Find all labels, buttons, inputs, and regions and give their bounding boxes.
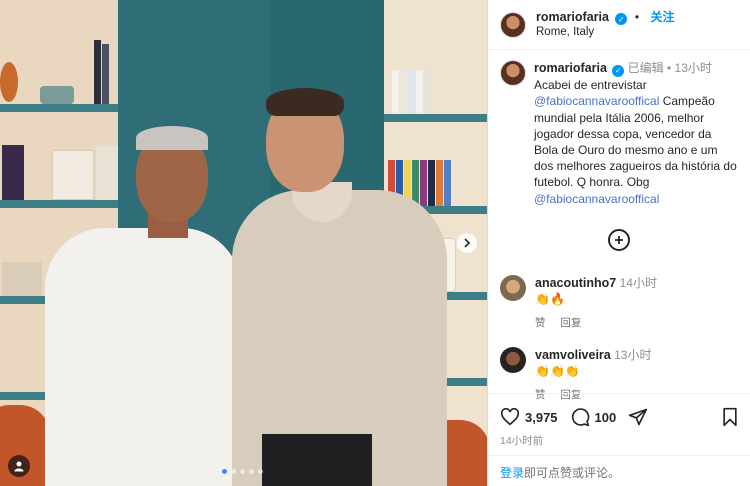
- login-text: 即可点赞或评论。: [524, 466, 621, 480]
- comment-time: 13小时: [614, 347, 652, 362]
- caption-username[interactable]: romariofaria: [534, 61, 607, 75]
- author-avatar[interactable]: [500, 11, 526, 38]
- carousel-dot: [240, 469, 245, 474]
- caption-avatar[interactable]: [500, 60, 526, 86]
- edited-label: 已编辑: [627, 61, 664, 75]
- login-prompt: 登录即可点赞或评论。: [488, 455, 750, 486]
- post-caption: romariofaria ✓ 已编辑 • 13小时 Acabei de entr…: [488, 50, 750, 207]
- user-tag-icon: [14, 461, 24, 472]
- commenter-username[interactable]: anacoutinho7: [535, 276, 616, 290]
- comment-icon[interactable]: [570, 407, 590, 427]
- carousel-next-button[interactable]: [457, 233, 477, 253]
- caption-line1: Acabei de entrevistar: [534, 78, 647, 93]
- add-comment-button[interactable]: [608, 228, 630, 251]
- chevron-right-icon: [464, 238, 471, 248]
- bookmark-icon[interactable]: [721, 407, 739, 427]
- post-location[interactable]: Rome, Italy: [536, 25, 675, 40]
- user-tag-button[interactable]: [8, 455, 30, 477]
- comment-count[interactable]: 100: [595, 410, 617, 425]
- comment-text: 👏👏👏: [535, 363, 580, 378]
- commenter-username[interactable]: vamvoliveira: [535, 348, 611, 362]
- post-side-panel: romariofaria ✓ • 关注 Rome, Italy romariof…: [487, 0, 750, 486]
- carousel-dot: [258, 469, 263, 474]
- author-username[interactable]: romariofaria: [536, 10, 609, 24]
- comment-like-button[interactable]: 赞: [535, 317, 546, 329]
- verified-badge-icon: ✓: [612, 65, 625, 78]
- post-time-ago: 14小时前: [500, 435, 544, 447]
- commenter-avatar[interactable]: [500, 274, 526, 301]
- carousel-dot: [249, 469, 254, 474]
- heart-icon[interactable]: [500, 408, 520, 426]
- comment-reply-button[interactable]: 回复: [560, 317, 581, 329]
- post-actions: 3,975 100 14小时前: [488, 393, 750, 448]
- share-icon[interactable]: [628, 407, 648, 427]
- caption-mention-link[interactable]: @fabiocannavarooffical: [534, 94, 659, 108]
- carousel-dots: [222, 469, 263, 474]
- comment-item: anacoutinho7 14小时 👏🔥 赞 回复: [488, 274, 750, 331]
- caption-text: Campeão mundial pela Itália 2006, melhor…: [534, 94, 737, 190]
- comment-text: 👏🔥: [535, 291, 565, 306]
- caption-time: 13小时: [674, 61, 712, 75]
- plus-circle-icon: [615, 235, 623, 244]
- post-header: romariofaria ✓ • 关注 Rome, Italy: [488, 0, 750, 50]
- comment-time: 14小时: [619, 275, 657, 290]
- follow-button[interactable]: 关注: [651, 10, 675, 24]
- login-link[interactable]: 登录: [500, 466, 524, 480]
- verified-badge-icon: ✓: [615, 13, 628, 26]
- carousel-dot: [222, 469, 227, 474]
- carousel-dot: [231, 469, 236, 474]
- like-count[interactable]: 3,975: [525, 410, 558, 425]
- caption-dot: •: [667, 61, 672, 75]
- post-photo[interactable]: [0, 0, 487, 486]
- commenter-avatar[interactable]: [500, 346, 526, 373]
- caption-mention-link-2[interactable]: @fabiocannavarooffical: [534, 192, 659, 206]
- header-separator: •: [634, 9, 640, 24]
